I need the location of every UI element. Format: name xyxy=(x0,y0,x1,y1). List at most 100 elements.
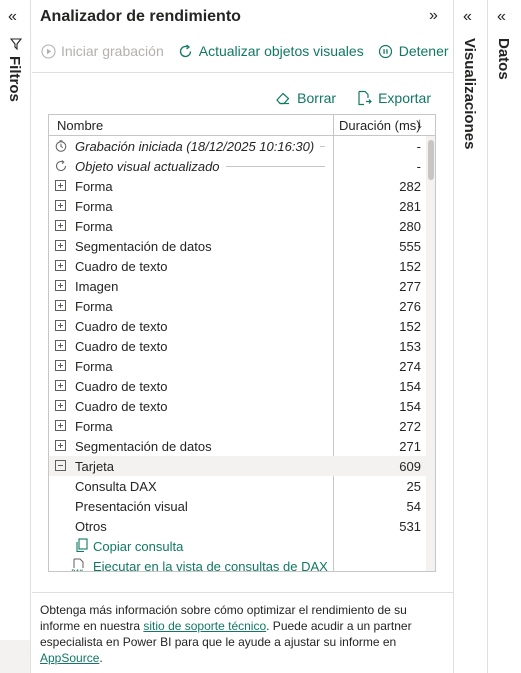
table-row[interactable]: Presentación visual 54 xyxy=(49,496,426,516)
expand-row-icon[interactable] xyxy=(55,420,66,431)
table-row[interactable]: Forma 272 xyxy=(49,416,426,436)
clear-button[interactable]: Borrar xyxy=(275,90,336,106)
row-label: Grabación iniciada (18/12/2025 10:16:30) xyxy=(75,139,315,154)
visualizations-pane-collapsed[interactable]: « Visualizaciones xyxy=(453,0,487,673)
table-row[interactable]: Forma 276 xyxy=(49,296,426,316)
table-row[interactable]: Forma 274 xyxy=(49,356,426,376)
table-row[interactable]: Forma 280 xyxy=(49,216,426,236)
table-row[interactable]: Copiar consulta xyxy=(49,536,426,556)
collapse-row-icon[interactable] xyxy=(55,460,66,471)
stop-icon xyxy=(378,43,394,59)
row-duration: 272 xyxy=(399,419,421,434)
row-label: Otros xyxy=(75,519,107,534)
table-row[interactable]: Segmentación de datos 271 xyxy=(49,436,426,456)
eraser-icon xyxy=(275,90,291,106)
row-duration: 54 xyxy=(406,499,421,514)
row-duration: - xyxy=(416,159,421,174)
refresh-visuals-button[interactable]: Actualizar objetos visuales xyxy=(178,43,364,59)
expand-row-icon[interactable] xyxy=(55,180,66,191)
expand-row-icon[interactable] xyxy=(55,380,66,391)
pane-title: Analizador de rendimiento xyxy=(40,8,241,25)
footer-text-3: . xyxy=(99,651,103,665)
expand-row-icon[interactable] xyxy=(55,260,66,271)
row-label: Copiar consulta xyxy=(93,539,184,554)
row-duration: 531 xyxy=(399,519,421,534)
export-label: Exportar xyxy=(378,90,431,106)
expand-row-icon[interactable] xyxy=(55,300,66,311)
table-row[interactable]: Cuadro de texto 154 xyxy=(49,376,426,396)
row-label: Forma xyxy=(75,219,113,234)
expand-row-icon[interactable] xyxy=(55,340,66,351)
expand-filters-chevron-icon[interactable]: « xyxy=(8,8,17,26)
row-label: Cuadro de texto xyxy=(75,339,168,354)
expand-row-icon[interactable] xyxy=(55,360,66,371)
row-duration: - xyxy=(416,139,421,154)
expand-row-icon[interactable] xyxy=(55,320,66,331)
table-row[interactable]: Cuadro de texto 152 xyxy=(49,316,426,336)
expand-visualizations-chevron-icon[interactable]: « xyxy=(463,8,472,26)
expand-row-icon[interactable] xyxy=(55,280,66,291)
expand-data-chevron-icon[interactable]: « xyxy=(497,8,506,26)
row-label: Ejecutar en la vista de consultas de DAX xyxy=(93,559,328,572)
table-row[interactable]: Cuadro de texto 153 xyxy=(49,336,426,356)
row-label: Imagen xyxy=(75,279,119,294)
start-recording-label: Iniciar grabación xyxy=(61,43,164,59)
stopwatch-icon xyxy=(55,140,67,152)
row-duration: 609 xyxy=(399,459,421,474)
row-label: Forma xyxy=(75,179,113,194)
row-label: Cuadro de texto xyxy=(75,379,168,394)
filters-pane-collapsed[interactable]: « Filtros xyxy=(0,0,31,640)
filters-pane-label[interactable]: Filtros xyxy=(6,56,23,102)
expand-row-icon[interactable] xyxy=(55,200,66,211)
stop-button[interactable]: Detener xyxy=(378,43,449,59)
table-body: Grabación iniciada (18/12/2025 10:16:30)… xyxy=(49,136,426,573)
table-row[interactable]: Tarjeta 609 xyxy=(49,456,426,476)
row-label: Cuadro de texto xyxy=(75,259,168,274)
start-recording-button[interactable]: Iniciar grabación xyxy=(40,43,164,59)
table-row[interactable]: Cuadro de texto 154 xyxy=(49,396,426,416)
expand-row-icon[interactable] xyxy=(55,440,66,451)
svg-text:DAX: DAX xyxy=(72,570,84,573)
record-icon xyxy=(40,43,56,59)
performance-analyzer-pane: Analizador de rendimiento » Iniciar grab… xyxy=(32,0,453,673)
column-header-name[interactable]: Nombre xyxy=(57,118,103,133)
table-row[interactable]: Consulta DAX 25 xyxy=(49,476,426,496)
sort-descending-icon[interactable]: ↓ xyxy=(416,115,424,132)
dax-query-icon[interactable]: DAX xyxy=(71,558,85,573)
collapse-pane-chevron-icon[interactable]: » xyxy=(429,7,438,25)
table-row[interactable]: Objeto visual actualizado - xyxy=(49,156,426,176)
toolbar-divider xyxy=(32,72,453,73)
table-row[interactable]: Grabación iniciada (18/12/2025 10:16:30)… xyxy=(49,136,426,156)
data-pane-collapsed[interactable]: « Datos xyxy=(487,0,521,673)
column-header-duration[interactable]: Duración (ms) xyxy=(339,118,421,133)
table-row[interactable]: Otros 531 xyxy=(49,516,426,536)
table-row[interactable]: Segmentación de datos 555 xyxy=(49,236,426,256)
table-row[interactable]: Forma 281 xyxy=(49,196,426,216)
visualizations-pane-label[interactable]: Visualizaciones xyxy=(461,38,478,149)
table-scrollbar[interactable] xyxy=(426,136,435,571)
row-label: Cuadro de texto xyxy=(75,399,168,414)
appsource-link[interactable]: AppSource xyxy=(40,651,99,665)
expand-row-icon[interactable] xyxy=(55,400,66,411)
row-duration: 274 xyxy=(399,359,421,374)
table-row[interactable]: Forma 282 xyxy=(49,176,426,196)
data-pane-label[interactable]: Datos xyxy=(495,38,512,80)
support-site-link[interactable]: sitio de soporte técnico xyxy=(143,619,266,633)
export-button[interactable]: Exportar xyxy=(356,90,431,106)
expand-row-icon[interactable] xyxy=(55,240,66,251)
expand-row-icon[interactable] xyxy=(55,220,66,231)
row-duration: 281 xyxy=(399,199,421,214)
row-leader-line xyxy=(226,166,325,167)
export-icon xyxy=(356,90,372,106)
row-label: Segmentación de datos xyxy=(75,239,212,254)
table-row[interactable]: Cuadro de texto 152 xyxy=(49,256,426,276)
row-duration: 153 xyxy=(399,339,421,354)
table-row[interactable]: DAX Ejecutar en la vista de consultas de … xyxy=(49,556,426,573)
table-header: Nombre Duración (ms) ↓ xyxy=(49,115,435,136)
scrollbar-thumb[interactable] xyxy=(428,140,434,180)
table-row[interactable]: Imagen 277 xyxy=(49,276,426,296)
row-label: Forma xyxy=(75,419,113,434)
copy-icon[interactable] xyxy=(75,538,89,554)
row-label: Forma xyxy=(75,199,113,214)
footer-divider xyxy=(32,592,453,593)
